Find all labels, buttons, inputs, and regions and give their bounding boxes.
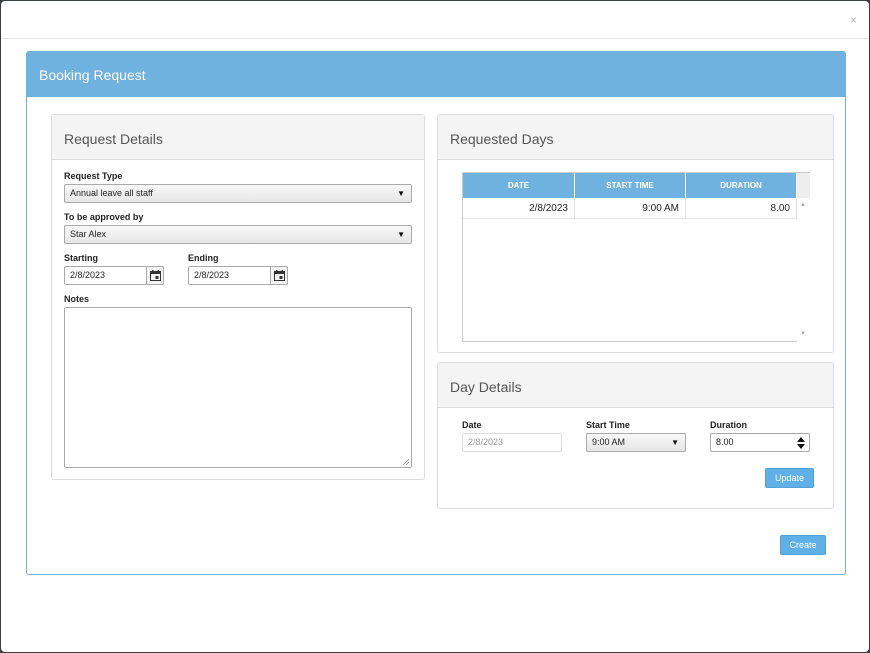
approver-label: To be approved by — [64, 212, 144, 222]
ending-date-value: 2/8/2023 — [194, 270, 230, 280]
scroll-down-icon[interactable]: ▼ — [800, 331, 806, 337]
table-row[interactable]: 2/8/2023 9:00 AM 8.00 — [463, 198, 797, 219]
cell-duration: 8.00 — [686, 198, 797, 219]
resize-grip-icon[interactable] — [402, 458, 409, 465]
day-details-card: Day Details Date 2/8/2023 Start Time 9:0… — [437, 362, 834, 509]
cell-date: 2/8/2023 — [463, 198, 575, 219]
requested-days-grid: DATE START TIME DURATION 2/8/2023 9:00 A… — [462, 172, 810, 342]
calendar-icon[interactable] — [270, 266, 288, 285]
request-type-value: Annual leave all staff — [70, 188, 153, 198]
column-header-start-time[interactable]: START TIME — [575, 173, 686, 198]
duration-input[interactable]: 8.00 — [710, 433, 810, 452]
booking-modal: × Booking Request Request Details Reques… — [1, 1, 869, 652]
start-time-value: 9:00 AM — [592, 437, 626, 447]
cell-start-time: 9:00 AM — [575, 198, 686, 219]
starting-date-input[interactable]: 2/8/2023 — [64, 266, 164, 285]
scroll-up-icon[interactable]: ▲ — [800, 202, 806, 208]
start-time-select[interactable]: 9:00 AM ▼ — [586, 433, 686, 452]
chevron-down-icon: ▼ — [671, 438, 679, 447]
close-icon[interactable]: × — [850, 13, 857, 27]
column-header-duration[interactable]: DURATION — [686, 173, 797, 198]
day-date-value: 2/8/2023 — [468, 437, 504, 447]
approver-select[interactable]: Star Alex ▼ — [64, 225, 412, 244]
modal-topbar: × — [1, 1, 869, 39]
chevron-down-icon: ▼ — [397, 230, 405, 239]
duration-value: 8.00 — [716, 437, 734, 447]
day-details-title: Day Details — [438, 363, 833, 408]
notes-label: Notes — [64, 294, 90, 304]
requested-days-title: Requested Days — [438, 115, 833, 160]
ending-label: Ending — [188, 253, 219, 263]
panel-title: Booking Request — [27, 52, 845, 97]
request-type-select[interactable]: Annual leave all staff ▼ — [64, 184, 412, 203]
booking-request-panel: Booking Request Request Details Request … — [26, 51, 846, 575]
request-type-label: Request Type — [64, 171, 123, 181]
update-button[interactable]: Update — [765, 468, 814, 488]
column-header-date[interactable]: DATE — [463, 173, 575, 198]
spinner-icon[interactable] — [793, 434, 809, 452]
create-button[interactable]: Create — [780, 535, 826, 555]
starting-date-value: 2/8/2023 — [70, 270, 106, 280]
day-date-input: 2/8/2023 — [462, 433, 562, 452]
ending-date-input[interactable]: 2/8/2023 — [188, 266, 288, 285]
starting-label: Starting — [64, 253, 99, 263]
grid-header: DATE START TIME DURATION — [463, 173, 797, 198]
notes-textarea[interactable] — [64, 307, 412, 468]
calendar-icon[interactable] — [146, 266, 164, 285]
grid-scroll-corner — [797, 173, 810, 198]
requested-days-card: Requested Days DATE START TIME DURATION … — [437, 114, 834, 353]
day-date-label: Date — [462, 420, 482, 430]
chevron-down-icon: ▼ — [397, 189, 405, 198]
request-details-title: Request Details — [52, 115, 424, 160]
start-time-label: Start Time — [586, 420, 630, 430]
approver-value: Star Alex — [70, 229, 107, 239]
request-details-card: Request Details Request Type Annual leav… — [51, 114, 425, 480]
duration-label: Duration — [710, 420, 747, 430]
grid-scrollbar[interactable]: ▲ ▼ — [797, 198, 810, 342]
